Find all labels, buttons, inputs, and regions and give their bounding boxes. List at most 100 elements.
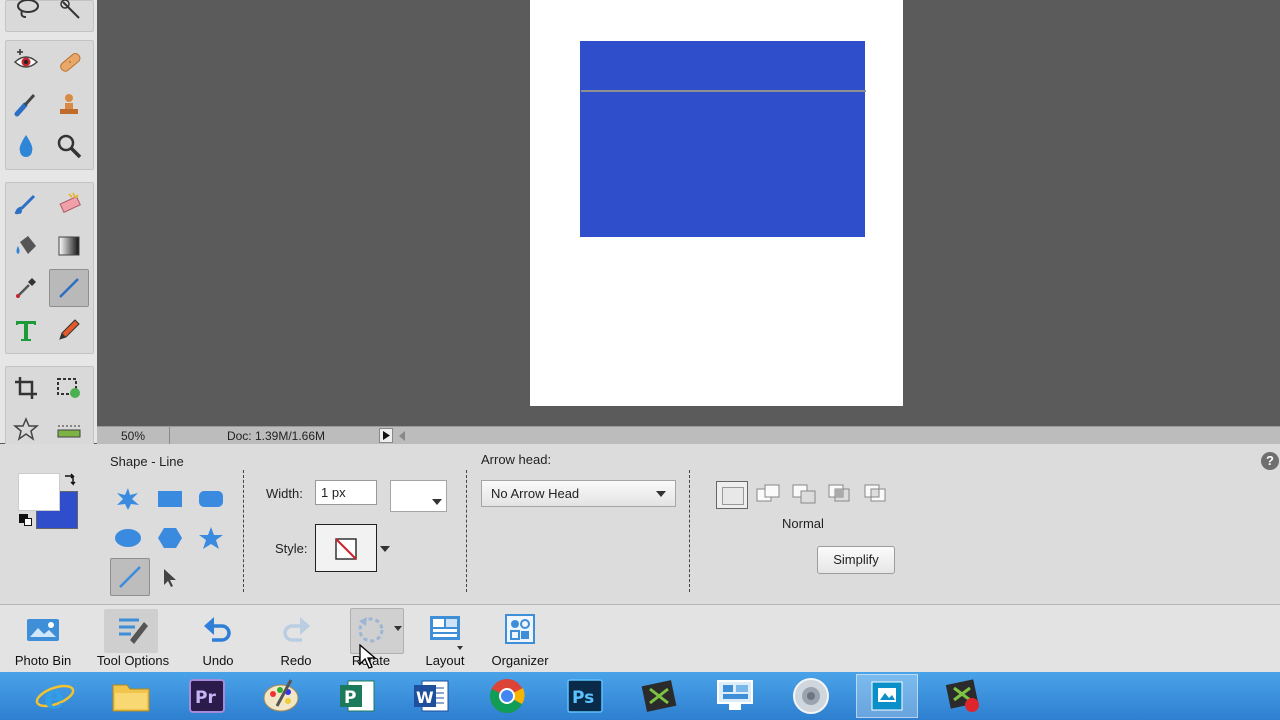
tool-group-modify: [5, 366, 94, 454]
arrow-pointer-icon: [164, 569, 176, 587]
divider-1: [243, 470, 244, 592]
photo-bin-label: Photo Bin: [14, 653, 72, 668]
organizer-button[interactable]: Organizer: [486, 604, 554, 672]
mode-label: Normal: [782, 516, 824, 531]
default-colors-bg-icon: [24, 518, 32, 526]
tool-group-enhance: [5, 40, 94, 170]
custom-shape-button[interactable]: [110, 481, 146, 517]
divider-3: [689, 470, 690, 592]
clone-stamp-icon[interactable]: [49, 85, 89, 123]
undo-button[interactable]: Undo: [184, 604, 252, 672]
divider-2: [466, 470, 467, 592]
blob-shape-icon: [117, 488, 139, 510]
recorder-icon[interactable]: [932, 674, 994, 718]
tool-options-button[interactable]: Tool Options: [88, 604, 178, 672]
lasso-tool-icon[interactable]: [8, 0, 48, 29]
subtract-shape-button[interactable]: [791, 483, 819, 507]
star-shape-button[interactable]: [193, 520, 229, 556]
eraser-tool-icon[interactable]: [49, 185, 89, 223]
style-picker[interactable]: [315, 524, 377, 572]
new-shape-layer-button[interactable]: [716, 481, 748, 509]
style-dropdown-chevron-icon[interactable]: [380, 546, 390, 552]
paint-icon[interactable]: [250, 674, 312, 718]
color-swatches[interactable]: [14, 470, 82, 532]
recompose-tool-icon[interactable]: [49, 369, 89, 407]
rotate-menu-chevron-icon[interactable]: [394, 626, 402, 631]
star-shape-icon: [199, 527, 223, 549]
help-icon[interactable]: ?: [1261, 452, 1279, 470]
style-label: Style:: [275, 541, 308, 556]
layout-label: Layout: [425, 653, 465, 668]
tool-options-icon: [116, 612, 150, 646]
organizer-label: Organizer: [491, 653, 549, 668]
intersect-shape-icon: [828, 484, 850, 502]
ellipse-shape-button[interactable]: [110, 520, 146, 556]
no-style-icon: [335, 538, 357, 560]
chrome-icon[interactable]: [476, 674, 538, 718]
type-tool-icon[interactable]: [6, 311, 46, 349]
premiere-icon[interactable]: Pr: [176, 674, 238, 718]
rounded-rectangle-shape-button[interactable]: [193, 481, 229, 517]
svg-text:W: W: [416, 688, 434, 707]
redo-label: Redo: [280, 653, 312, 668]
scroll-left-icon[interactable]: [399, 431, 405, 441]
status-bar: 50% Doc: 1.39M/1.66M: [97, 426, 1280, 446]
red-eye-tool-icon[interactable]: [6, 43, 46, 81]
photoshop-icon[interactable]: Ps: [554, 674, 616, 718]
zoom-tool-icon[interactable]: [49, 127, 89, 165]
pencil-tool-icon[interactable]: [49, 311, 89, 349]
crop-tool-icon[interactable]: [6, 369, 46, 407]
file-explorer-icon[interactable]: [100, 674, 162, 718]
publisher-icon[interactable]: P: [326, 674, 388, 718]
internet-explorer-icon[interactable]: e: [24, 674, 86, 718]
status-menu-arrow-icon[interactable]: [379, 428, 393, 443]
gradient-tool-icon[interactable]: [49, 227, 89, 265]
add-shape-icon: [756, 484, 780, 502]
line-shape-button[interactable]: [110, 558, 150, 596]
rectangle-shape-button[interactable]: [152, 481, 188, 517]
photo-bin-icon: [26, 612, 60, 646]
eyedropper-icon[interactable]: [6, 269, 46, 307]
line-tool-icon[interactable]: [49, 269, 89, 307]
arrow-head-dropdown[interactable]: No Arrow Head: [481, 480, 676, 507]
quick-selection-tool-icon[interactable]: [51, 0, 91, 29]
blue-rectangle-shape[interactable]: [580, 41, 865, 237]
rounded-rectangle-shape-icon: [199, 491, 223, 507]
speaker-icon[interactable]: [780, 674, 842, 718]
paint-bucket-icon[interactable]: [6, 227, 46, 265]
color-dropdown[interactable]: [390, 480, 447, 512]
polygon-shape-button[interactable]: [152, 520, 188, 556]
layout-icon: [428, 612, 462, 646]
chevron-down-icon: [432, 499, 442, 505]
intersect-shape-button[interactable]: [827, 483, 855, 507]
svg-text:e: e: [44, 678, 64, 715]
width-label: Width:: [266, 486, 303, 501]
remote-desktop-icon[interactable]: [704, 674, 766, 718]
brush-tool-icon[interactable]: [6, 185, 46, 223]
tool-group-draw: [5, 182, 94, 354]
layout-button[interactable]: Layout: [412, 604, 478, 672]
exclude-shape-button[interactable]: [863, 483, 891, 507]
undo-icon: [201, 612, 235, 646]
photo-bin-button[interactable]: Photo Bin: [0, 604, 86, 672]
options-title: Shape - Line: [110, 454, 184, 469]
photoshop-elements-icon[interactable]: [856, 674, 918, 718]
rotate-icon: [354, 612, 388, 646]
healing-brush-icon[interactable]: [49, 43, 89, 81]
drawn-line-shape[interactable]: [581, 90, 866, 92]
blur-tool-icon[interactable]: [6, 127, 46, 165]
word-icon[interactable]: W: [400, 674, 462, 718]
width-input[interactable]: 1 px: [315, 480, 377, 505]
add-to-shape-button[interactable]: [755, 483, 783, 507]
camtasia-icon[interactable]: [628, 674, 690, 718]
shape-selection-button[interactable]: [152, 560, 188, 596]
zoom-level[interactable]: 50%: [97, 427, 170, 445]
redo-button[interactable]: Redo: [262, 604, 330, 672]
smart-brush-icon[interactable]: [6, 85, 46, 123]
simplify-button[interactable]: Simplify: [817, 546, 895, 574]
mouse-cursor-icon: [359, 644, 377, 669]
swap-colors-icon[interactable]: [62, 472, 78, 488]
exclude-shape-icon: [864, 484, 886, 502]
foreground-color-swatch[interactable]: [18, 473, 60, 511]
polygon-shape-icon: [158, 528, 182, 548]
